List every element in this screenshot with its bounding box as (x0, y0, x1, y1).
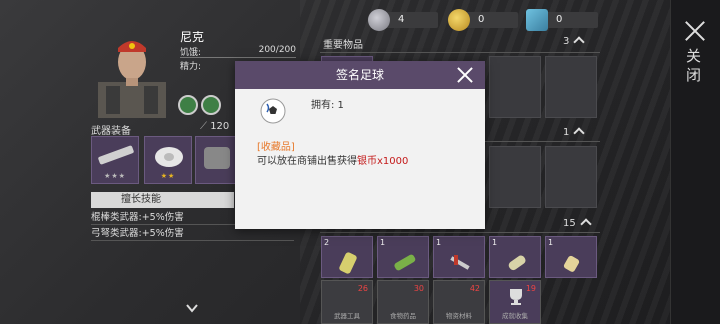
inventory-cell[interactable]: 1 (377, 236, 429, 278)
owned-count: 拥有: 1 (311, 100, 344, 111)
tab-weapons-tools[interactable]: 26 武器工具 (321, 280, 373, 324)
status-icon-button[interactable] (178, 95, 198, 115)
tab-materials[interactable]: 42 物资材料 (433, 280, 485, 324)
tool-pipe-icon (450, 255, 470, 270)
gold-currency: 0 (448, 9, 518, 31)
divider (320, 232, 600, 233)
inventory-cell[interactable]: 2 (321, 236, 373, 278)
bandage-roll-icon (563, 255, 580, 272)
chevron-up-icon (580, 218, 592, 230)
inventory-cell[interactable] (545, 56, 597, 118)
divider (180, 57, 296, 58)
weapon-slot-armor[interactable] (195, 136, 237, 184)
item-detail-modal: 签名足球 拥有: 1 [收藏品] 可以放在商铺出售获得银币x1000 (235, 61, 485, 229)
inventory-cell[interactable] (545, 146, 597, 208)
modal-close-icon[interactable] (457, 67, 473, 83)
chevron-down-icon[interactable] (185, 300, 199, 314)
close-label: 关闭 (684, 48, 702, 86)
tab-achievements[interactable]: 19 成就收集 (489, 280, 541, 324)
modal-title: 签名足球 (235, 61, 485, 89)
chevron-up-icon (573, 36, 586, 48)
chevron-up-icon (573, 127, 586, 139)
map-currency: 0 (526, 9, 598, 31)
character-portrait (92, 32, 172, 118)
character-name: 尼克 (180, 30, 205, 44)
section-toggle[interactable]: 1 (563, 127, 586, 139)
inventory-cell[interactable]: 1 (433, 236, 485, 278)
weapons-title: 武器装备 (91, 126, 131, 137)
tab-skills[interactable]: 擅长技能 (91, 192, 191, 208)
silver-currency: 4 (368, 9, 438, 31)
section-title: 重要物品 (323, 40, 363, 51)
skill-icon-button[interactable] (201, 95, 221, 115)
close-icon[interactable] (684, 20, 706, 42)
inventory-cell[interactable] (489, 146, 541, 208)
drink-can-icon (339, 252, 357, 274)
skill-row: 弓弩类武器:+5%伤害 (91, 227, 294, 241)
close-panel[interactable]: 关闭 (670, 0, 720, 324)
item-category: [收藏品] (257, 142, 295, 153)
attack-icon: ⟋ (200, 121, 207, 132)
silver-coins-icon (368, 9, 390, 31)
inventory-cell[interactable] (489, 56, 541, 118)
cloth-roll-icon (508, 255, 526, 271)
gold-coin-icon (448, 9, 470, 31)
inventory-cell[interactable]: 1 (489, 236, 541, 278)
map-ticket-icon (526, 9, 548, 31)
weapon-slot-bandage[interactable]: ★★ (144, 136, 192, 184)
trophy-icon (510, 289, 522, 305)
herb-bundle-icon (394, 254, 416, 271)
section-toggle[interactable]: 3 (563, 36, 586, 48)
weapon-slot-rifle[interactable]: ★★★ (91, 136, 139, 184)
divider (320, 52, 600, 53)
item-description: 可以放在商铺出售获得银币x1000 (257, 156, 409, 167)
inventory-cell[interactable]: 1 (545, 236, 597, 278)
section-toggle[interactable]: 15 (563, 218, 592, 230)
weapons-count: ⟋ 120 (200, 121, 230, 132)
tab-food-medicine[interactable]: 30 食物药品 (377, 280, 429, 324)
soccer-ball-icon (260, 98, 286, 124)
